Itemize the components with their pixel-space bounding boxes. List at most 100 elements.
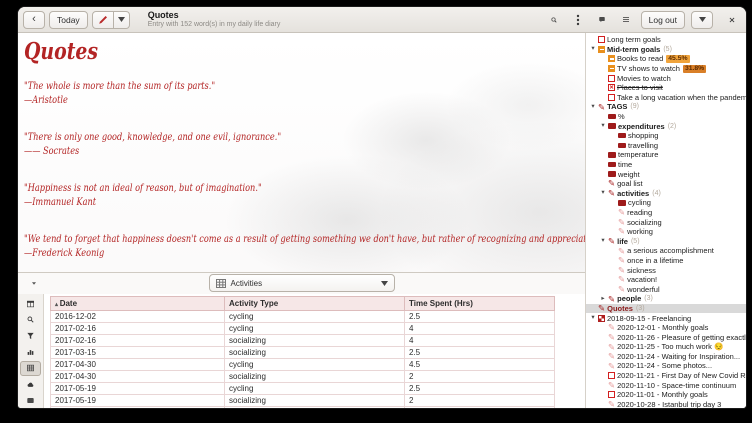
chart-view-button[interactable] <box>20 344 41 359</box>
table-row[interactable]: 2017-02-16cycling4 <box>51 323 555 335</box>
tree-item[interactable]: cycling <box>586 198 746 208</box>
expander-icon[interactable]: ▾ <box>599 123 607 130</box>
table-cell[interactable]: 2017-03-15 <box>51 347 225 359</box>
table-cell[interactable]: working <box>225 407 405 409</box>
filter-button[interactable] <box>20 328 41 343</box>
table-cell[interactable]: 2.5 <box>405 383 555 395</box>
tree-item[interactable]: ✎2020-11-10 - Space-time continuum <box>586 380 746 390</box>
table-row[interactable]: 2017-04-30cycling4.5 <box>51 359 555 371</box>
tree-item[interactable]: % <box>586 112 746 122</box>
layout-view-button[interactable] <box>20 296 41 311</box>
table-cell[interactable]: 7 <box>405 407 555 409</box>
table-cell[interactable]: socializing <box>225 347 405 359</box>
tree-item[interactable]: ✎2020-12-01 - Monthly goals <box>586 323 746 333</box>
search-button[interactable] <box>545 11 563 29</box>
table-cell[interactable]: socializing <box>225 335 405 347</box>
annotations-button[interactable] <box>593 11 611 29</box>
tree-item[interactable]: ✕Places to visit <box>586 83 746 93</box>
notes-view-button[interactable] <box>20 393 41 408</box>
dataset-select[interactable]: Activities <box>209 274 395 292</box>
tree-item[interactable]: ✎Quotes(3) <box>586 304 746 314</box>
table-cell[interactable]: 2017-04-30 <box>51 359 225 371</box>
tree-item[interactable]: ▾✎activities(4) <box>586 189 746 199</box>
tree-item[interactable]: ✎reading <box>586 208 746 218</box>
tree-item[interactable]: ✎a serious accomplishment <box>586 246 746 256</box>
tree-item[interactable]: ▾✎TAGS(9) <box>586 102 746 112</box>
table-cell[interactable]: 2017-04-30 <box>51 371 225 383</box>
table-row[interactable]: 2017-03-15socializing2.5 <box>51 347 555 359</box>
collapse-panel-button[interactable] <box>26 276 42 290</box>
tree-item[interactable]: time <box>586 160 746 170</box>
expander-icon[interactable]: ▾ <box>589 315 597 322</box>
tree-item[interactable]: ✎2020-11-26 - Pleasure of getting exactl… <box>586 332 746 342</box>
table-cell[interactable]: socializing <box>225 395 405 407</box>
tree-item[interactable]: ✎2020-11-24 - Waiting for Inspiration... <box>586 352 746 362</box>
tree-item[interactable]: ▾expenditures(2) <box>586 121 746 131</box>
tree-item[interactable]: temperature <box>586 150 746 160</box>
column-header-date[interactable]: Date <box>51 297 225 311</box>
logout-dropdown-button[interactable] <box>691 11 713 29</box>
logout-button[interactable]: Log out <box>641 11 685 29</box>
tree-item[interactable]: Books to read45.5% <box>586 54 746 64</box>
tree-item[interactable]: ✎wonderful <box>586 284 746 294</box>
table-cell[interactable]: 2017-02-16 <box>51 335 225 347</box>
tree-item[interactable]: ✎working <box>586 227 746 237</box>
tree-item[interactable]: TV shows to watch31.8% <box>586 64 746 74</box>
table-row[interactable]: 2017-05-19working7 <box>51 407 555 409</box>
tree-item[interactable]: ✎vacation! <box>586 275 746 285</box>
table-cell[interactable]: cycling <box>225 359 405 371</box>
table-cell[interactable]: 2017-05-19 <box>51 395 225 407</box>
column-header-activity-type[interactable]: Activity Type <box>225 297 405 311</box>
column-header-time-spent[interactable]: Time Spent (Hrs) <box>405 297 555 311</box>
expander-icon[interactable]: ▾ <box>599 238 607 245</box>
table-row[interactable]: 2017-05-19socializing2 <box>51 395 555 407</box>
table-cell[interactable]: 2.5 <box>405 347 555 359</box>
table-cell[interactable]: 2 <box>405 371 555 383</box>
menu-kebab-button[interactable] <box>569 11 587 29</box>
table-row[interactable]: 2017-04-30socializing2 <box>51 371 555 383</box>
tree-item[interactable]: 2020-11-01 - Monthly goals <box>586 390 746 400</box>
tree-item[interactable]: ✎2020-10-28 - Istanbul trip day 3 <box>586 400 746 408</box>
table-cell[interactable]: 4 <box>405 323 555 335</box>
table-cell[interactable]: 2016-12-02 <box>51 311 225 323</box>
table-cell[interactable]: 2017-05-19 <box>51 383 225 395</box>
tree-item[interactable]: ✎once in a lifetime <box>586 256 746 266</box>
tree-item[interactable]: Long term goals <box>586 35 746 45</box>
main-menu-button[interactable] <box>617 11 635 29</box>
tree-item[interactable]: weight <box>586 169 746 179</box>
table-cell[interactable]: 4 <box>405 335 555 347</box>
cloud-view-button[interactable] <box>20 377 41 392</box>
table-cell[interactable]: 2017-05-19 <box>51 407 225 409</box>
table-cell[interactable]: 4.5 <box>405 359 555 371</box>
table-cell[interactable]: cycling <box>225 311 405 323</box>
tree-item[interactable]: 2020-11-21 - First Day of New Covid Rest… <box>586 371 746 381</box>
expander-icon[interactable]: ▾ <box>599 190 607 197</box>
tree-item[interactable]: ✎goal list <box>586 179 746 189</box>
table-cell[interactable]: 2 <box>405 395 555 407</box>
table-cell[interactable]: 2.5 <box>405 311 555 323</box>
table-cell[interactable]: 2017-02-16 <box>51 323 225 335</box>
tree-item[interactable]: ✎2020-11-24 - Some photos... <box>586 361 746 371</box>
tree-item[interactable]: ▾✎life(5) <box>586 236 746 246</box>
tree-item[interactable]: Movies to watch <box>586 73 746 83</box>
tree-item[interactable]: travelling <box>586 141 746 151</box>
today-button[interactable]: Today <box>49 11 88 29</box>
close-window-button[interactable] <box>723 11 741 29</box>
table-cell[interactable]: cycling <box>225 383 405 395</box>
expander-icon[interactable]: ▾ <box>589 104 597 111</box>
table-view-button[interactable] <box>20 361 41 376</box>
expander-icon[interactable]: ▾ <box>589 46 597 53</box>
tree-item[interactable]: ✎socializing <box>586 217 746 227</box>
table-row[interactable]: 2017-02-16socializing4 <box>51 335 555 347</box>
expander-icon[interactable]: ▸ <box>599 296 607 303</box>
table-row[interactable]: 2016-12-02cycling2.5 <box>51 311 555 323</box>
tree-item[interactable]: shopping <box>586 131 746 141</box>
edit-dropdown-button[interactable] <box>114 11 130 29</box>
back-button[interactable]: ‹ <box>23 11 45 29</box>
search-rows-button[interactable] <box>20 312 41 327</box>
tree-item[interactable]: ✎2020-11-25 - Too much work 😔 <box>586 342 746 352</box>
tree-item[interactable]: ▸✎people(3) <box>586 294 746 304</box>
edit-button[interactable] <box>92 11 114 29</box>
tree-item[interactable]: Take a long vacation when the pandemic i… <box>586 93 746 103</box>
table-row[interactable]: 2017-05-19cycling2.5 <box>51 383 555 395</box>
